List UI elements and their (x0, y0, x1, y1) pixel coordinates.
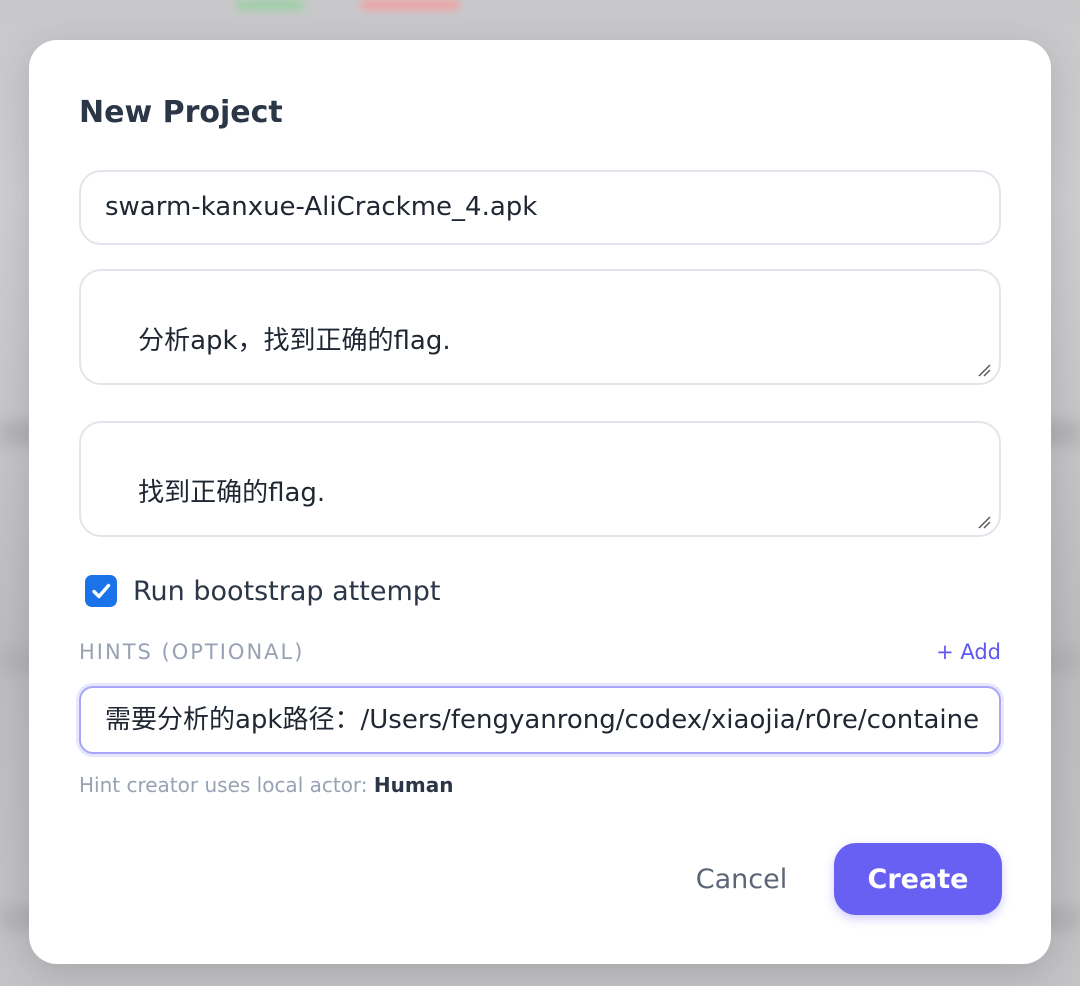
backdrop-pill (360, 0, 460, 10)
resize-grip-icon[interactable] (977, 363, 991, 377)
project-name-input[interactable]: swarm-kanxue-AliCrackme_4.apk (79, 170, 1001, 245)
checkmark-icon (92, 583, 111, 599)
hint-note-actor: Human (373, 773, 454, 797)
resize-grip-icon[interactable] (977, 515, 991, 529)
bootstrap-checkbox[interactable] (85, 575, 117, 607)
cancel-button[interactable]: Cancel (674, 843, 809, 915)
hint-creator-note: Hint creator uses local actor: Human (79, 773, 453, 797)
hint-note-prefix: Hint creator uses local actor: (79, 773, 368, 797)
create-button[interactable]: Create (834, 843, 1002, 915)
description-textarea[interactable]: 分析apk，找到正确的flag. (79, 269, 1001, 385)
bootstrap-checkbox-row[interactable]: Run bootstrap attempt (85, 575, 441, 607)
dialog-title: New Project (79, 95, 283, 130)
goal-textarea[interactable]: 找到正确的flag. (79, 421, 1001, 537)
bootstrap-checkbox-label: Run bootstrap attempt (133, 575, 441, 607)
hint-input[interactable]: 需要分析的apk路径：/Users/fengyanrong/codex/xiao… (79, 686, 1001, 754)
hints-label: HINTS (OPTIONAL) (79, 640, 305, 664)
add-hint-button[interactable]: + Add (936, 640, 1001, 664)
goal-text: 找到正确的flag. (138, 478, 326, 508)
description-text: 分析apk，找到正确的flag. (138, 326, 451, 356)
backdrop-pill (235, 0, 305, 10)
new-project-dialog: New Project swarm-kanxue-AliCrackme_4.ap… (29, 40, 1051, 964)
hints-header: HINTS (OPTIONAL) + Add (79, 640, 1001, 664)
